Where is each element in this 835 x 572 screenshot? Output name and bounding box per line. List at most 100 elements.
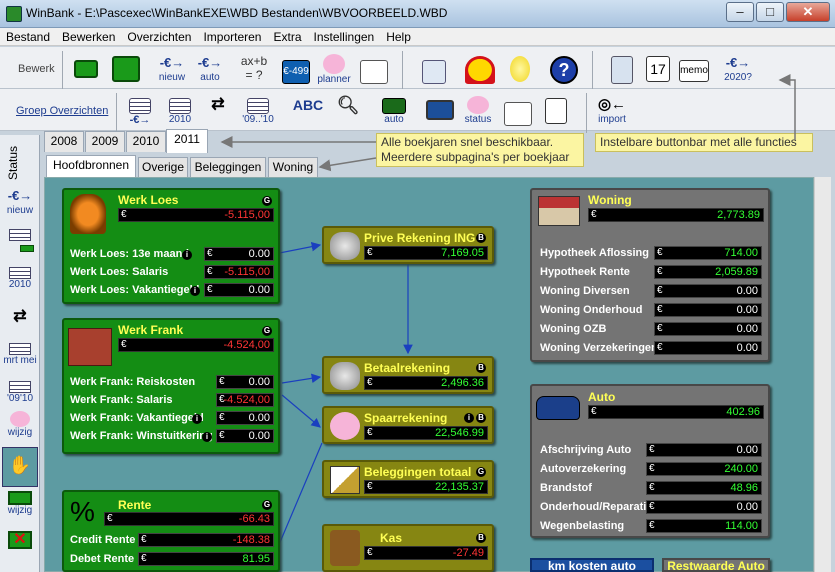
sidebar-mrt-label: mrt bbox=[3, 355, 18, 366]
period-button[interactable]: '09..'10 bbox=[238, 95, 278, 131]
euro-sign: € bbox=[367, 247, 373, 258]
tips-button[interactable] bbox=[500, 53, 540, 89]
maximize-button[interactable]: □ bbox=[756, 2, 784, 22]
menu-overzichten[interactable]: Overzichten bbox=[121, 28, 197, 46]
new-transaction-button[interactable]: -€→ nieuw bbox=[152, 53, 192, 89]
green-account-button[interactable] bbox=[66, 53, 106, 89]
calendar-button[interactable]: 17 bbox=[638, 53, 678, 89]
menu-instellingen[interactable]: Instellingen bbox=[308, 28, 381, 46]
year-2020-button[interactable]: -€→ 2020? bbox=[718, 53, 758, 89]
calculator-button[interactable] bbox=[602, 53, 642, 89]
overview-grid-button[interactable]: -€→ bbox=[120, 95, 160, 131]
group-account-button[interactable] bbox=[106, 53, 146, 89]
sidebar-grid-button[interactable] bbox=[2, 225, 38, 265]
account-werk-frank[interactable]: Werk Frank G € -4.524,00 Werk Frank: Reis… bbox=[62, 318, 280, 454]
year-2010-button[interactable]: 2010 bbox=[160, 95, 200, 131]
account-beleggingen-totaal[interactable]: Beleggingen totaal G €22,135.37 bbox=[322, 460, 494, 498]
tab-beleggingen[interactable]: Beleggingen bbox=[190, 157, 266, 177]
zoom-button[interactable]: 🔍︎ bbox=[328, 95, 368, 131]
formula-button[interactable]: ax+b = ? bbox=[234, 53, 274, 89]
value-text: 0.00 bbox=[248, 412, 270, 424]
account-auto[interactable]: Auto €402.96 Afschrijving Auto €0.00 Aut… bbox=[530, 384, 770, 538]
documents-button[interactable] bbox=[536, 95, 576, 131]
minimize-button[interactable]: – bbox=[726, 2, 754, 22]
status-button[interactable]: status bbox=[458, 95, 498, 131]
auto-row-label: Afschrijving Auto bbox=[540, 444, 632, 456]
value-text: 0.00 bbox=[736, 444, 758, 456]
prive-value: €7,169.05 bbox=[364, 246, 488, 260]
menu-bestand[interactable]: Bestand bbox=[0, 28, 56, 46]
sidebar-hand-button[interactable]: ✋ bbox=[2, 447, 38, 487]
euro-sign: € bbox=[657, 304, 663, 315]
abc-label: ABC bbox=[292, 97, 324, 113]
werk-loes-row-value: €0.00 bbox=[204, 247, 274, 261]
sidebar-new-button[interactable]: -€→ nieuw bbox=[2, 187, 38, 227]
flow-button[interactable]: ⇄ bbox=[198, 95, 238, 131]
address-button[interactable] bbox=[354, 53, 394, 89]
sidebar-period-button[interactable]: mrt mei bbox=[2, 341, 38, 381]
sidebar-edit2-button[interactable]: wijzig bbox=[2, 487, 38, 527]
tab-hoofdbronnen[interactable]: Hoofdbronnen bbox=[46, 155, 136, 178]
info-icon[interactable]: i bbox=[190, 286, 200, 296]
km-kosten-button[interactable]: km kosten auto bbox=[530, 558, 654, 572]
monitor-button[interactable] bbox=[420, 95, 460, 131]
account-kas[interactable]: Kas B € -27.49 bbox=[322, 524, 494, 572]
sidebar-edit-button[interactable]: wijzig bbox=[2, 407, 38, 447]
werk-loes-row-value: €0.00 bbox=[204, 283, 274, 297]
tab-overige[interactable]: Overige bbox=[138, 157, 188, 177]
account-prive-rekening[interactable]: Prive Rekening ING B €7,169.05 bbox=[322, 226, 494, 264]
value-text: 0.00 bbox=[736, 285, 758, 297]
shell-button[interactable] bbox=[460, 53, 500, 89]
import-button[interactable]: ◎← import bbox=[592, 95, 632, 131]
value-text: 0.00 bbox=[248, 430, 270, 442]
flow-arrows-icon: ⇄ bbox=[211, 96, 225, 113]
planner-button[interactable]: planner bbox=[314, 53, 354, 89]
sidebar-2010-button[interactable]: 2010 bbox=[2, 263, 38, 303]
search-button[interactable]: ABC bbox=[288, 95, 328, 131]
memo-button[interactable]: memo bbox=[674, 53, 714, 89]
tab-year-2008[interactable]: 2008 bbox=[44, 131, 84, 152]
toolbar-label-groep[interactable]: Groep Overzichten bbox=[16, 105, 108, 117]
vertical-scrollbar[interactable] bbox=[814, 177, 831, 572]
menu-importeren[interactable]: Importeren bbox=[197, 28, 267, 46]
info-icon[interactable]: i bbox=[464, 413, 474, 423]
sidebar-delete-button[interactable]: ✕ bbox=[2, 523, 38, 563]
tab-year-2010[interactable]: 2010 bbox=[126, 131, 166, 152]
spaar-value: €22,546.99 bbox=[364, 426, 488, 440]
sidebar-edit-label: wijzig bbox=[7, 427, 33, 438]
tab-year-2009[interactable]: 2009 bbox=[85, 131, 125, 152]
menu-extra[interactable]: Extra bbox=[267, 28, 307, 46]
account-werk-loes[interactable]: Werk Loes G € -5.115,00 Werk Loes: 13e ma… bbox=[62, 188, 280, 304]
status-tab[interactable]: Status bbox=[6, 143, 34, 183]
euro-arrow-icon: -€→ bbox=[129, 114, 151, 126]
close-button[interactable]: ✕ bbox=[786, 2, 830, 22]
euro-sign: € bbox=[649, 520, 655, 531]
tab-year-2011[interactable]: 2011 bbox=[166, 129, 208, 153]
account-spaarrekening[interactable]: Spaarrekening i B €22,546.99 bbox=[322, 406, 494, 444]
auto-grid-button[interactable]: auto bbox=[374, 95, 414, 131]
menu-help[interactable]: Help bbox=[380, 28, 417, 46]
auto-transaction-button[interactable]: -€→ auto bbox=[190, 53, 230, 89]
account-betaalrekening[interactable]: Betaalrekening B €2,496.36 bbox=[322, 356, 494, 394]
account-rente[interactable]: % Rente G € -66.43 Credit Rente € -148.38 … bbox=[62, 490, 280, 572]
import-label: import bbox=[598, 114, 626, 125]
tab-woning[interactable]: Woning bbox=[268, 157, 318, 177]
help-button[interactable]: ? bbox=[544, 53, 584, 89]
menu-bewerken[interactable]: Bewerken bbox=[56, 28, 121, 46]
sidebar-flow-button[interactable]: ⇄ bbox=[2, 301, 38, 341]
id-card-button[interactable] bbox=[498, 95, 538, 131]
checklist-button[interactable] bbox=[414, 53, 454, 89]
piggy-icon bbox=[467, 96, 489, 114]
info-icon[interactable]: i bbox=[182, 250, 192, 260]
wallet-icon bbox=[330, 530, 360, 566]
restwaarde-button[interactable]: Restwaarde Auto bbox=[662, 558, 770, 572]
rente-row-label: Debet Rente bbox=[70, 553, 135, 565]
ebadge-button[interactable]: €-499 bbox=[276, 53, 316, 89]
info-icon[interactable]: i bbox=[192, 414, 202, 424]
value-text: 0.00 bbox=[736, 342, 758, 354]
value-text: 0.00 bbox=[736, 501, 758, 513]
werk-loes-total: € -5.115,00 bbox=[118, 208, 274, 222]
info-icon[interactable]: i bbox=[202, 432, 212, 442]
documents-icon bbox=[545, 98, 567, 124]
account-woning[interactable]: Woning €2,773.89 Hypotheek Aflossing €71… bbox=[530, 188, 770, 362]
